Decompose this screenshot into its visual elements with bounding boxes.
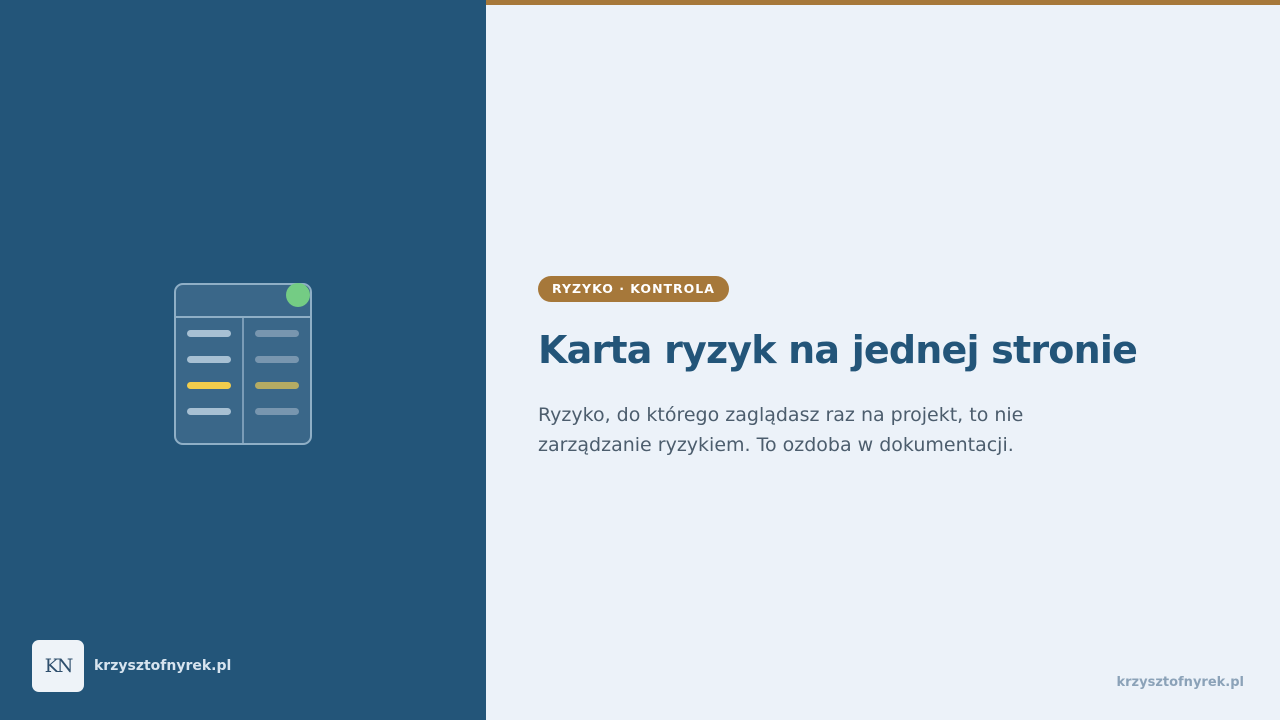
category-tag: RYZYKO · KONTROLA	[538, 276, 729, 302]
footer-site-link[interactable]: krzysztofnyrek.pl	[1116, 675, 1244, 690]
brand-name: krzysztofnyrek.pl	[94, 658, 232, 674]
left-panel: KN krzysztofnyrek.pl	[0, 0, 486, 720]
right-panel: RYZYKO · KONTROLA Karta ryzyk na jednej …	[486, 0, 1280, 720]
accent-bar	[486, 0, 1280, 5]
brand-logo: KN	[32, 640, 84, 692]
page-title: Karta ryzyk na jednej stronie	[538, 328, 1138, 372]
risk-table-icon	[172, 281, 316, 447]
brand: KN krzysztofnyrek.pl	[32, 640, 231, 692]
brand-logo-text: KN	[44, 655, 74, 677]
page-subtitle: Ryzyko, do którego zaglądasz raz na proj…	[538, 404, 1024, 456]
